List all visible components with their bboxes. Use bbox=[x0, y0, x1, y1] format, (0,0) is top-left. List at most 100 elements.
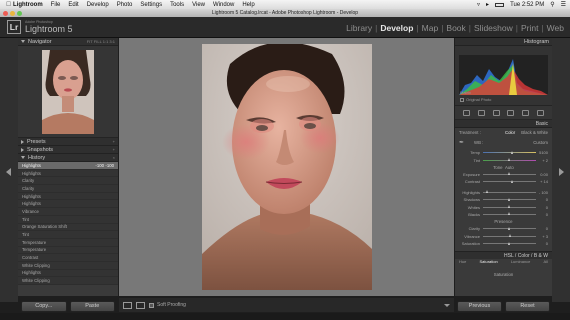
volume-icon[interactable]: ▸ bbox=[486, 1, 489, 8]
navigator-header[interactable]: Navigator FIT FILL 1:1 3:1 bbox=[18, 38, 118, 46]
hsl-tab-luminance[interactable]: Luminance bbox=[511, 259, 531, 266]
slider-value[interactable]: 0 bbox=[536, 226, 548, 231]
menu-edit[interactable]: Edit bbox=[68, 2, 78, 8]
slider-value[interactable]: + 14 bbox=[536, 179, 548, 184]
slider-track[interactable] bbox=[483, 197, 536, 201]
module-print[interactable]: Print bbox=[519, 23, 540, 33]
slider-value[interactable]: 0 bbox=[536, 212, 548, 217]
slider-value[interactable]: + 2 bbox=[536, 158, 548, 163]
treatment-bw[interactable]: Black & White bbox=[521, 130, 548, 135]
toolbar-menu-icon[interactable] bbox=[444, 303, 450, 307]
slider-track[interactable] bbox=[483, 172, 536, 176]
reset-button[interactable]: Reset bbox=[505, 301, 550, 312]
slider-track[interactable] bbox=[483, 150, 536, 154]
history-step[interactable]: Highlights -100 -100 bbox=[18, 162, 118, 170]
slider-track[interactable] bbox=[483, 226, 536, 230]
slider-track[interactable] bbox=[483, 234, 536, 238]
previous-button[interactable]: Previous bbox=[457, 301, 502, 312]
menu-app[interactable]: Lightroom bbox=[13, 2, 43, 8]
history-step[interactable]: Clarity bbox=[18, 177, 118, 186]
history-step[interactable]: Vibrance bbox=[18, 208, 118, 216]
navigator-preview[interactable] bbox=[18, 46, 118, 138]
history-step[interactable]: Orange Saturation Shift bbox=[18, 224, 118, 232]
paste-button[interactable]: Paste bbox=[69, 301, 115, 312]
slider-track[interactable] bbox=[483, 205, 536, 209]
history-step[interactable]: Temperature bbox=[18, 247, 118, 255]
history-step[interactable]: Contrast bbox=[18, 254, 118, 262]
minimize-icon[interactable] bbox=[10, 10, 15, 16]
slider-value[interactable]: + 3 bbox=[536, 234, 548, 239]
slider-knob[interactable] bbox=[485, 190, 488, 194]
slider-knob[interactable] bbox=[508, 212, 510, 216]
hsl-tab-hue[interactable]: Hue bbox=[459, 259, 466, 266]
eyedropper-icon[interactable]: ✒ bbox=[459, 139, 464, 146]
history-step[interactable]: White Clipping bbox=[18, 277, 118, 285]
history-step[interactable]: Tint bbox=[18, 216, 118, 224]
snapshots-header[interactable]: Snapshots + bbox=[18, 146, 118, 154]
slider-track[interactable] bbox=[483, 241, 536, 245]
module-web[interactable]: Web bbox=[545, 23, 566, 33]
module-map[interactable]: Map bbox=[420, 23, 441, 33]
slider-knob[interactable] bbox=[509, 234, 512, 238]
slider-knob[interactable] bbox=[508, 241, 510, 245]
slider-knob[interactable] bbox=[508, 197, 510, 201]
before-after-icon[interactable] bbox=[136, 301, 145, 309]
battery-icon[interactable] bbox=[495, 2, 505, 7]
history-step[interactable]: Clarity bbox=[18, 185, 118, 193]
menu-develop[interactable]: Develop bbox=[87, 2, 109, 8]
slider-value[interactable]: 5100 bbox=[536, 150, 548, 155]
image-canvas[interactable] bbox=[119, 38, 454, 296]
slider-track[interactable] bbox=[483, 190, 536, 194]
history-header[interactable]: History × bbox=[18, 154, 118, 162]
add-icon[interactable]: + bbox=[113, 139, 115, 144]
slider-knob[interactable] bbox=[508, 205, 510, 209]
history-step[interactable]: Highlights bbox=[18, 270, 118, 278]
slider-knob[interactable] bbox=[508, 172, 510, 176]
menu-settings[interactable]: Settings bbox=[140, 2, 162, 8]
basic-header[interactable]: Basic bbox=[455, 120, 552, 128]
menu-view[interactable]: View bbox=[192, 2, 205, 8]
close-icon[interactable] bbox=[3, 10, 8, 16]
copy-button[interactable]: Copy... bbox=[21, 301, 67, 312]
history-step[interactable]: Highlights bbox=[18, 170, 118, 178]
portrait-photo[interactable] bbox=[202, 44, 372, 290]
slider-value[interactable]: 0 bbox=[536, 197, 548, 202]
module-slideshow[interactable]: Slideshow bbox=[472, 23, 515, 33]
slider-track[interactable] bbox=[483, 179, 536, 183]
slider-track[interactable] bbox=[483, 212, 536, 216]
crop-tool-icon[interactable] bbox=[462, 109, 470, 116]
menu-file[interactable]: File bbox=[51, 2, 61, 8]
menu-photo[interactable]: Photo bbox=[117, 2, 133, 8]
right-panel-toggle[interactable] bbox=[552, 38, 570, 302]
module-library[interactable]: Library bbox=[344, 23, 374, 33]
history-step[interactable]: White Clipping bbox=[18, 262, 118, 270]
module-develop[interactable]: Develop bbox=[378, 23, 415, 33]
zoom-options[interactable]: FIT FILL 1:1 3:1 bbox=[87, 39, 115, 44]
slider-track[interactable] bbox=[483, 158, 536, 162]
slider-knob[interactable] bbox=[510, 179, 513, 183]
tone-auto-button[interactable]: Auto bbox=[505, 165, 514, 170]
graduated-filter-icon[interactable] bbox=[507, 109, 515, 116]
slider-value[interactable]: - 100 bbox=[536, 190, 548, 195]
slider-knob[interactable] bbox=[508, 226, 510, 230]
hsl-tab-all[interactable]: All bbox=[544, 259, 548, 266]
soft-proofing-checkbox[interactable] bbox=[149, 302, 154, 308]
checkbox-icon[interactable] bbox=[460, 97, 464, 102]
presets-header[interactable]: Presets + bbox=[18, 138, 118, 146]
search-icon[interactable]: ⚲ bbox=[550, 1, 554, 8]
history-step[interactable]: Tint bbox=[18, 231, 118, 239]
radial-filter-icon[interactable] bbox=[522, 109, 530, 116]
left-panel-toggle[interactable] bbox=[0, 38, 18, 302]
menu-help[interactable]: Help bbox=[242, 2, 254, 8]
hsl-tab-saturation[interactable]: Saturation bbox=[479, 259, 497, 266]
slider-value[interactable]: 0.00 bbox=[536, 172, 548, 177]
menu-list-icon[interactable]: ☰ bbox=[561, 1, 566, 8]
apple-icon[interactable]:  bbox=[4, 1, 13, 8]
menu-tools[interactable]: Tools bbox=[170, 2, 184, 8]
slider-value[interactable]: 0 bbox=[536, 205, 548, 210]
histogram[interactable]: Matrix Original Photo bbox=[455, 46, 552, 106]
add-icon[interactable]: + bbox=[113, 147, 115, 152]
wifi-icon[interactable]: ▿ bbox=[477, 1, 480, 8]
loupe-view-icon[interactable] bbox=[123, 301, 132, 309]
history-step[interactable]: Highlights bbox=[18, 200, 118, 209]
